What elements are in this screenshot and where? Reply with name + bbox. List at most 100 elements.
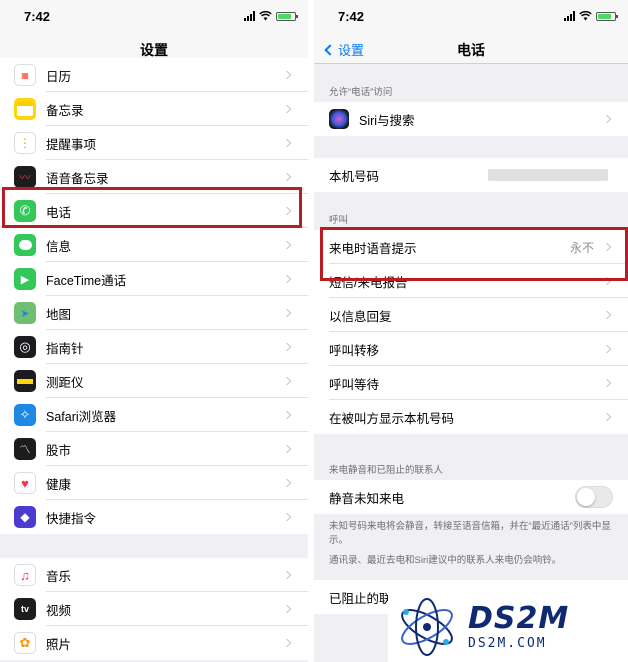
silence-unknown-toggle[interactable]	[575, 486, 613, 508]
settings-item-label: 电话	[46, 205, 72, 220]
calls-item-row[interactable]: 呼叫转移	[314, 332, 628, 366]
calls-item-row[interactable]: 以信息回复	[314, 298, 628, 332]
settings-item-label: 地图	[46, 307, 72, 322]
tv-icon: tv	[14, 598, 36, 620]
settings-item-notes[interactable]: 备忘录	[0, 92, 308, 126]
calls-item-row[interactable]: 呼叫等待	[314, 366, 628, 400]
settings-item-phone[interactable]: ✆ 电话	[0, 194, 308, 228]
chevron-right-icon	[602, 276, 612, 286]
chevron-right-icon	[282, 410, 292, 420]
calls-item-label: 以信息回复	[329, 309, 392, 324]
calls-item-label: 在被叫方显示本机号码	[329, 411, 455, 426]
settings-item-voice-memos[interactable]: 〰语音备忘录	[0, 160, 308, 194]
health-icon: ♥	[14, 472, 36, 494]
shortcuts-icon: ◆	[14, 506, 36, 528]
section-header-calls: 呼叫	[329, 215, 349, 226]
calls-list: 短信/来电报告 以信息回复呼叫转移呼叫等待在被叫方显示本机号码	[314, 264, 628, 434]
settings-item-shortcuts[interactable]: ◆ 快捷指令	[0, 500, 308, 534]
atom-logo-icon	[401, 598, 453, 656]
settings-item-messages[interactable]: 信息	[0, 228, 308, 262]
chevron-right-icon	[282, 512, 292, 522]
settings-item-stocks[interactable]: 〽股市	[0, 432, 308, 466]
settings-item-label: 快捷指令	[46, 511, 97, 526]
my-number-label: 本机号码	[329, 169, 380, 184]
watermark-logo-text: DS2M	[468, 600, 570, 636]
settings-item-label: 指南针	[46, 341, 84, 356]
chevron-right-icon	[602, 344, 612, 354]
settings-item-label: 音乐	[46, 569, 72, 584]
stocks-icon: 〽	[14, 438, 36, 460]
redacted-phone-number	[488, 169, 608, 181]
section-header-silence: 来电静音和已阻止的联系人	[329, 465, 444, 476]
calendar-icon: ▦	[14, 64, 36, 86]
settings-item-health[interactable]: ♥ 健康	[0, 466, 308, 500]
measure-icon	[14, 370, 36, 392]
calls-item-label: 呼叫等待	[329, 377, 380, 392]
chevron-right-icon	[602, 114, 612, 124]
settings-item-measure[interactable]: 测距仪	[0, 364, 308, 398]
chevron-right-icon	[282, 70, 292, 80]
announce-calls-row[interactable]: 来电时语音提示 永不	[314, 230, 628, 264]
chevron-right-icon	[282, 478, 292, 488]
settings-item-tv[interactable]: tv 视频	[0, 592, 308, 626]
battery-icon	[276, 11, 298, 21]
status-time: 7:42	[24, 9, 51, 24]
cellular-signal-icon	[244, 11, 255, 21]
phone-settings-screen: 7:42 设置 电话 允许“电话”访问 Siri与搜索 本机号码 呼叫 来电时语…	[314, 0, 628, 662]
siri-label: Siri与搜索	[359, 113, 415, 128]
messages-icon	[14, 234, 36, 256]
my-number-row[interactable]: 本机号码	[314, 158, 628, 192]
battery-icon	[596, 11, 618, 21]
settings-item-label: 语音备忘录	[46, 171, 109, 186]
calls-item-label: 呼叫转移	[329, 343, 380, 358]
silence-unknown-label: 静音未知来电	[329, 491, 405, 506]
announce-calls-label: 来电时语音提示	[329, 241, 417, 256]
chevron-right-icon	[602, 412, 612, 422]
settings-item-facetime[interactable]: ▶ FaceTime通话	[0, 262, 308, 296]
chevron-right-icon	[282, 206, 292, 216]
photos-icon: ✿	[14, 632, 36, 654]
silence-footer-1: 未知号码来电将会静音，转接至语音信箱，并在“最近通话”列表中显示。	[329, 521, 611, 546]
phone-navbar: 设置 电话	[314, 34, 628, 64]
settings-item-label: 提醒事项	[46, 137, 97, 152]
settings-item-music[interactable]: ♫ 音乐	[0, 558, 308, 592]
siri-icon	[329, 109, 349, 129]
settings-item-compass[interactable]: ◎ 指南针	[0, 330, 308, 364]
status-bar: 7:42	[0, 0, 308, 34]
chevron-right-icon	[602, 378, 612, 388]
phone-icon: ✆	[14, 200, 36, 222]
status-bar: 7:42	[314, 0, 628, 34]
settings-item-label: 备忘录	[46, 103, 84, 118]
chevron-right-icon	[282, 444, 292, 454]
settings-item-photos[interactable]: ✿ 照片	[0, 626, 308, 660]
chevron-right-icon	[282, 240, 292, 250]
silence-footer-2: 通讯录、最近去电和Siri建议中的联系人来电仍会响铃。	[329, 555, 562, 566]
chevron-right-icon	[282, 172, 292, 182]
calls-item-label: 短信/来电报告	[329, 275, 408, 290]
calls-item-row[interactable]: 在被叫方显示本机号码	[314, 400, 628, 434]
maps-icon: ➤	[14, 302, 36, 324]
wifi-icon	[579, 11, 592, 21]
settings-item-safari[interactable]: ✧ Safari浏览器	[0, 398, 308, 432]
announce-calls-value: 永不	[569, 240, 594, 255]
facetime-icon: ▶	[14, 268, 36, 290]
page-title: 电话	[457, 42, 485, 58]
settings-list-group-2: ♫ 音乐 tv 视频 ✿ 照片	[0, 558, 308, 660]
chevron-right-icon	[282, 570, 292, 580]
section-header-access: 允许“电话”访问	[329, 87, 393, 98]
page-title: 设置	[140, 42, 168, 58]
wifi-icon	[259, 11, 272, 21]
settings-item-label: 信息	[46, 239, 72, 254]
silence-unknown-row: 静音未知来电	[314, 480, 628, 514]
chevron-right-icon	[282, 638, 292, 648]
settings-item-label: 测距仪	[46, 375, 84, 390]
settings-item-maps[interactable]: ➤ 地图	[0, 296, 308, 330]
settings-item-calendar[interactable]: ▦ 日历	[0, 58, 308, 92]
watermark-domain: DS2M.COM	[468, 635, 547, 651]
settings-item-reminders[interactable]: ⋮ 提醒事项	[0, 126, 308, 160]
chevron-right-icon	[282, 138, 292, 148]
reminders-icon: ⋮	[14, 132, 36, 154]
siri-search-row[interactable]: Siri与搜索	[314, 102, 628, 136]
calls-item-row[interactable]: 短信/来电报告	[314, 264, 628, 298]
music-icon: ♫	[14, 564, 36, 586]
